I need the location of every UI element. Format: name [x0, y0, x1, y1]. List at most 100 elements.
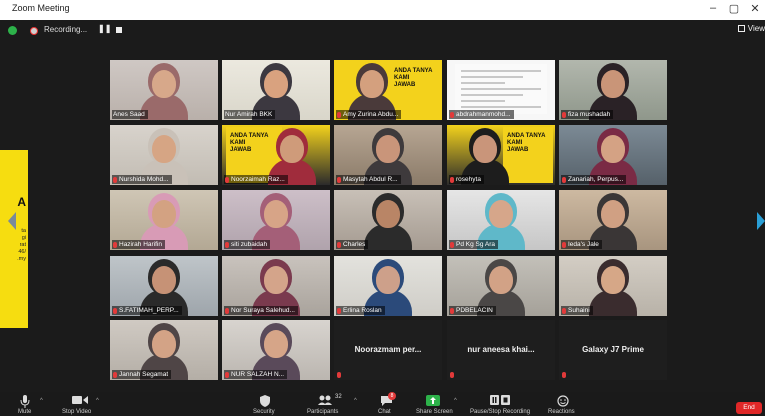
mute-button[interactable]: Mute — [14, 392, 44, 416]
close-button[interactable]: ✕ — [747, 2, 763, 15]
participant-tile[interactable]: Nor Suraya Salehud... — [222, 256, 330, 316]
participant-tile[interactable]: siti zubaidah — [222, 190, 330, 250]
maximize-button[interactable]: ▢ — [726, 2, 742, 15]
participant-name: Suhaini — [568, 307, 590, 314]
minimize-button[interactable]: – — [705, 2, 721, 14]
muted-mic-icon — [337, 111, 341, 118]
window-title-bar: Zoom Meeting – ▢ ✕ — [0, 0, 765, 20]
poster-text: ANDA TANYA KAMI JAWAB — [230, 133, 269, 153]
share-screen-button[interactable]: Share Screen — [412, 392, 453, 416]
participant-display-name: Galaxy J7 Prime — [582, 345, 644, 354]
participant-tile[interactable]: Jannah Segamat — [110, 320, 218, 380]
document-line — [461, 106, 541, 108]
participant-name: Masytah Abdul R... — [343, 176, 398, 183]
shield-icon — [260, 395, 270, 407]
participant-tile[interactable]: ANDA TANYA KAMI JAWAB rosehyta — [447, 125, 555, 185]
participant-tile[interactable]: Nurshida Mohd... — [110, 125, 218, 185]
participant-name-bar: NUR SALZAH N... — [224, 370, 288, 379]
participant-tile[interactable]: ANDA TANYA KAMI JAWAB Amy Zurina Abdu... — [334, 60, 442, 120]
view-label: View — [747, 24, 765, 33]
participant-name-bar: S.FATIMAH_PERP... — [112, 306, 182, 315]
participant-tile[interactable]: Charles — [334, 190, 442, 250]
participant-tile[interactable]: Masytah Abdul R... — [334, 125, 442, 185]
participant-head — [264, 266, 288, 294]
side-flyer-line: rat — [19, 242, 26, 248]
meeting-top-bar: Recording... ❚❚ View — [0, 20, 765, 42]
participant-head — [152, 135, 176, 163]
participant-tile[interactable]: Ieda's Jale — [559, 190, 667, 250]
view-button[interactable]: View — [737, 24, 765, 33]
pause-stop-recording-button[interactable]: Pause/Stop Recording — [468, 392, 534, 416]
participant-head — [601, 135, 625, 163]
side-flyer-line: .my — [17, 256, 26, 262]
end-meeting-button[interactable]: End — [736, 402, 762, 414]
participant-tile[interactable]: PDBELACIN — [447, 256, 555, 316]
participant-name: Noorzaimah Raz... — [231, 176, 285, 183]
participant-tile[interactable]: Pd Kg Sg Ara — [447, 190, 555, 250]
poster-text: ANDA TANYA KAMI JAWAB — [507, 133, 546, 153]
stop-recording-icon[interactable] — [116, 27, 122, 33]
mute-label: Mute — [18, 409, 32, 415]
participant-figure — [589, 266, 637, 316]
video-options-chevron-icon[interactable]: ^ — [96, 398, 99, 404]
recording-dot-icon — [30, 27, 38, 35]
chat-button[interactable]: 8 Chat — [374, 392, 400, 416]
previous-page-arrow-icon[interactable] — [8, 212, 16, 230]
document-line — [461, 82, 505, 84]
participant-tile[interactable]: Zanariah, Perpus... — [559, 125, 667, 185]
participant-tile[interactable]: Noorazmam per... — [334, 320, 442, 380]
participant-tile[interactable]: nur aneesa khai... — [447, 320, 555, 380]
participant-head — [376, 266, 400, 294]
participant-head — [601, 266, 625, 294]
audio-options-chevron-icon[interactable]: ^ — [40, 398, 43, 404]
participant-name-bar: Zanariah, Perpus... — [561, 175, 627, 184]
participant-name-bar: siti zubaidah — [224, 240, 271, 249]
participant-name-bar: abdrahmanmohd... — [449, 110, 514, 119]
security-button[interactable]: Security — [250, 392, 282, 416]
participant-head — [280, 135, 304, 163]
participant-name: fiza mushadah — [568, 111, 611, 118]
participant-name-bar: Hazirah Harifin — [112, 240, 165, 249]
muted-mic-icon — [337, 241, 341, 248]
encryption-shield-icon[interactable] — [8, 26, 17, 35]
participant-tile[interactable]: Hazirah Harifin — [110, 190, 218, 250]
participant-name-bar: Charles — [336, 240, 369, 249]
participant-tile[interactable]: S.FATIMAH_PERP... — [110, 256, 218, 316]
stop-video-label: Stop Video — [62, 409, 92, 415]
participant-tile[interactable]: NUR SALZAH N... — [222, 320, 330, 380]
participant-head — [473, 135, 497, 163]
participant-name: abdrahmanmohd... — [456, 111, 511, 118]
participant-tile[interactable]: fiza mushadah — [559, 60, 667, 120]
muted-mic-icon — [450, 241, 454, 248]
participant-name: Amy Zurina Abdu... — [343, 111, 399, 118]
stop-video-button[interactable]: Stop Video — [60, 392, 104, 416]
participant-name: Ieda's Jale — [568, 241, 599, 248]
document-line — [461, 88, 541, 90]
participant-tile[interactable]: abdrahmanmohd... — [447, 60, 555, 120]
document-line — [461, 76, 523, 78]
muted-mic-icon — [337, 176, 341, 183]
participant-tile[interactable]: Anes Saad — [110, 60, 218, 120]
muted-mic-icon — [225, 176, 229, 183]
share-options-chevron-icon[interactable]: ^ — [454, 398, 457, 404]
participant-tile[interactable]: Nur Amirah BKK — [222, 60, 330, 120]
participant-tile[interactable]: Suhaini — [559, 256, 667, 316]
side-flyer-line: 46/ — [18, 249, 26, 255]
participants-button[interactable]: 32 Participants — [306, 392, 356, 416]
participant-name-bar: Nur Amirah BKK — [224, 110, 276, 119]
participant-tile[interactable]: ANDA TANYA KAMI JAWAB Noorzaimah Raz... — [222, 125, 330, 185]
muted-mic-icon — [450, 111, 454, 118]
reactions-button[interactable]: Reactions — [546, 392, 580, 416]
pause-recording-icon[interactable]: ❚❚ — [98, 24, 111, 33]
participant-name: NUR SALZAH N... — [231, 371, 285, 378]
participant-tile[interactable]: Erlina Roslan — [334, 256, 442, 316]
side-flyer-image: A ta gi rat 46/ .my — [0, 150, 28, 328]
pause-stop-icon — [490, 395, 510, 405]
muted-mic-icon — [113, 307, 117, 314]
participant-name-bar: Ieda's Jale — [561, 240, 602, 249]
muted-mic-icon — [113, 371, 117, 378]
next-page-arrow-icon[interactable] — [757, 212, 765, 230]
participants-options-chevron-icon[interactable]: ^ — [354, 398, 357, 404]
recording-indicator: Recording... ❚❚ — [28, 24, 128, 38]
participant-tile[interactable]: Galaxy J7 Prime — [559, 320, 667, 380]
